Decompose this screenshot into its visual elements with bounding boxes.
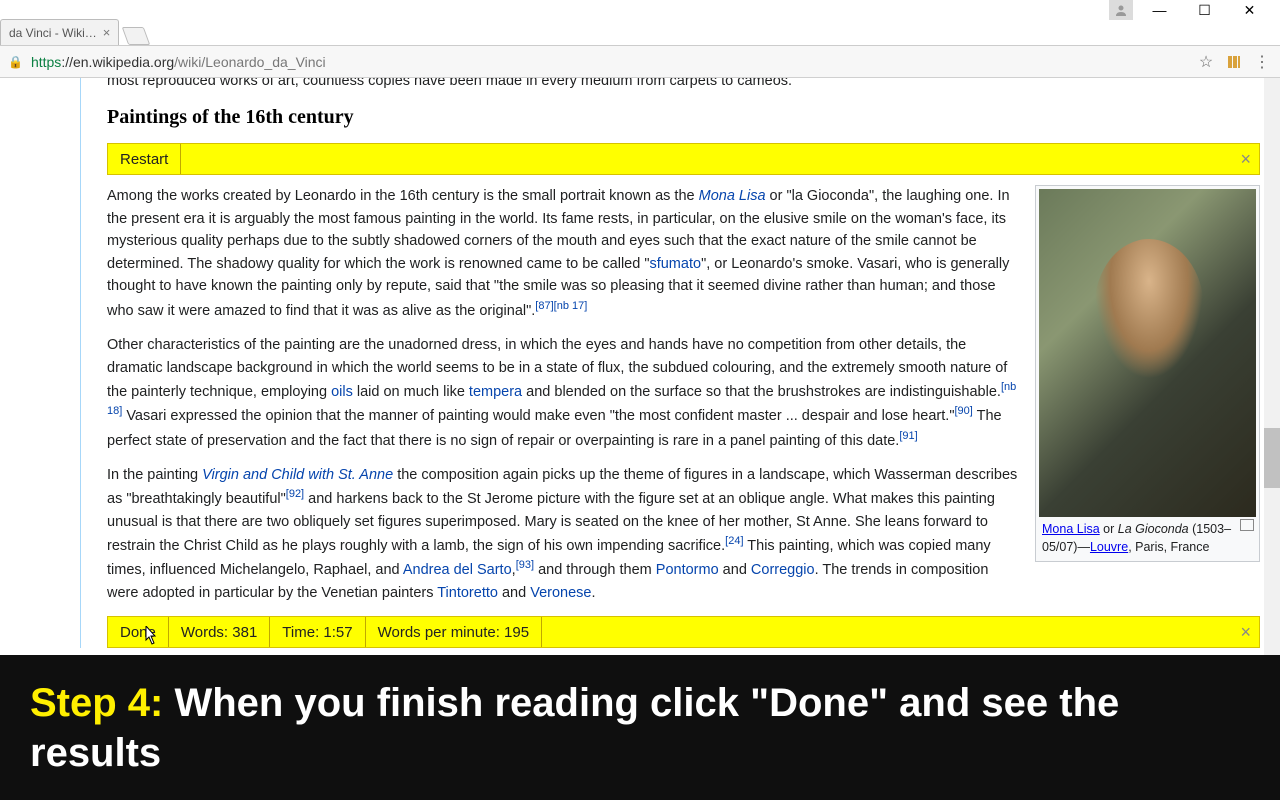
ref-90[interactable]: [90]	[954, 405, 972, 417]
caption-link-louvre[interactable]: Louvre	[1090, 540, 1128, 554]
ref-91[interactable]: [91]	[899, 430, 917, 442]
link-oils[interactable]: oils	[331, 384, 353, 400]
close-window-button[interactable]: ✕	[1227, 0, 1272, 20]
ref-nb17[interactable]: [nb 17]	[554, 300, 588, 312]
link-correggio[interactable]: Correggio	[751, 562, 815, 578]
restart-bar: Restart ×	[107, 143, 1260, 175]
extension-icon[interactable]	[1224, 52, 1244, 72]
lock-icon[interactable]: 🔒	[8, 55, 23, 69]
tab-close-icon[interactable]: ×	[103, 25, 111, 40]
user-profile-icon[interactable]	[1109, 0, 1133, 20]
maximize-button[interactable]: ☐	[1182, 0, 1227, 20]
browser-tabstrip: da Vinci - Wiki… ×	[0, 20, 1280, 46]
link-virgin-child[interactable]: Virgin and Child with St. Anne	[202, 467, 393, 483]
ref-92[interactable]: [92]	[286, 488, 304, 500]
link-andrea[interactable]: Andrea del Sarto	[403, 562, 512, 578]
instruction-overlay: Step 4: When you finish reading click "D…	[0, 655, 1280, 800]
wpm-stat: Words per minute: 195	[366, 617, 542, 647]
image-caption: Mona Lisa or La Gioconda (1503–05/07)—Lo…	[1039, 517, 1256, 558]
new-tab-button[interactable]	[122, 27, 151, 45]
url-display[interactable]: https://en.wikipedia.org/wiki/Leonardo_d…	[31, 54, 1188, 70]
instruction-step-label: Step 4:	[30, 681, 174, 725]
link-pontormo[interactable]: Pontormo	[656, 562, 719, 578]
restart-button[interactable]: Restart	[108, 144, 181, 174]
link-mona-lisa[interactable]: Mona Lisa	[699, 188, 766, 204]
image-thumbnail: Mona Lisa or La Gioconda (1503–05/07)—Lo…	[1035, 185, 1260, 562]
tab-title: da Vinci - Wiki…	[9, 26, 97, 40]
mouse-cursor-icon	[140, 626, 158, 653]
restart-bar-close-icon[interactable]: ×	[1240, 149, 1251, 170]
link-tempera[interactable]: tempera	[469, 384, 522, 400]
article-content: most reproduced works of art, countless …	[80, 78, 1260, 648]
results-bar-close-icon[interactable]: ×	[1240, 622, 1251, 643]
instruction-body: When you finish reading click "Done" and…	[30, 681, 1119, 775]
scrollbar-thumb[interactable]	[1264, 428, 1280, 488]
window-titlebar: — ☐ ✕	[0, 0, 1280, 20]
caption-link-mona-lisa[interactable]: Mona Lisa	[1042, 522, 1100, 536]
bookmark-star-icon[interactable]: ☆	[1196, 52, 1216, 72]
results-bar: Done Words: 381 Time: 1:57 Words per min…	[107, 616, 1260, 648]
browser-tab[interactable]: da Vinci - Wiki… ×	[0, 19, 119, 45]
mona-lisa-image[interactable]	[1039, 189, 1256, 517]
section-heading: Paintings of the 16th century	[107, 106, 1260, 129]
link-veronese[interactable]: Veronese	[530, 585, 591, 601]
link-sfumato[interactable]: sfumato	[649, 256, 701, 272]
truncated-paragraph: most reproduced works of art, countless …	[107, 78, 1260, 92]
link-tintoretto[interactable]: Tintoretto	[437, 585, 498, 601]
enlarge-icon[interactable]	[1240, 519, 1254, 531]
minimize-button[interactable]: —	[1137, 0, 1182, 20]
ref-93[interactable]: [93]	[516, 559, 534, 571]
words-stat: Words: 381	[169, 617, 270, 647]
chrome-menu-icon[interactable]: ⋮	[1252, 52, 1272, 72]
time-stat: Time: 1:57	[270, 617, 365, 647]
ref-87[interactable]: [87]	[535, 300, 553, 312]
address-bar: 🔒 https://en.wikipedia.org/wiki/Leonardo…	[0, 46, 1280, 78]
ref-24[interactable]: [24]	[725, 535, 743, 547]
instruction-text: Step 4: When you finish reading click "D…	[30, 678, 1250, 778]
done-button[interactable]: Done	[108, 617, 169, 647]
